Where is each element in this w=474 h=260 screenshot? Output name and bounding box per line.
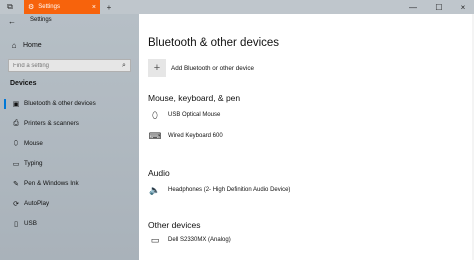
device-item-keyboard[interactable]: ⌨ Wired Keyboard 600 [148,129,223,143]
mouse-icon: ⬯ [152,109,158,120]
tab-title: Settings [38,4,60,10]
pen-icon: ✎ [13,180,19,188]
sidebar-item-home[interactable]: ⌂ Home [0,38,139,52]
home-icon: ⌂ [11,40,17,50]
device-item-mouse[interactable]: ⬯ USB Optical Mouse [148,108,220,122]
sidebar-item-autoplay[interactable]: ⟳ AutoPlay [0,196,139,211]
device-name: Wired Keyboard 600 [168,133,223,139]
device-name: Headphones (2- High Definition Audio Dev… [168,187,291,193]
main-content: Bluetooth & other devices + Add Bluetoot… [139,14,474,260]
back-arrow-icon[interactable]: ← [8,17,16,26]
sidebar-item-usb[interactable]: ▯ USB [0,216,139,231]
sidebar-item-label: Bluetooth & other devices [24,100,96,107]
sidebar-item-label: Printers & scanners [24,120,79,127]
title-bar: ⧉ ⚙ Settings × + — ☐ × [0,0,474,14]
sidebar-item-label: Pen & Windows Ink [24,180,79,187]
printer-icon: ⎙ [13,119,19,127]
search-input[interactable] [9,62,118,69]
section-heading: Audio [148,168,170,178]
sidebar-item-label: Typing [24,160,43,167]
device-item-monitor[interactable]: ▭ Dell S2330MX (Analog) [148,233,231,247]
section-heading: Mouse, keyboard, & pen [148,93,241,103]
sidebar-item-label: AutoPlay [24,200,50,207]
page-title: Bluetooth & other devices [148,37,280,49]
usb-icon: ▯ [14,220,18,228]
plus-icon: + [148,59,166,77]
sidebar-item-bluetooth[interactable]: ▣ Bluetooth & other devices [0,96,139,111]
add-device-button[interactable]: + Add Bluetooth or other device [148,59,254,77]
tab-settings[interactable]: ⚙ Settings × [24,0,100,14]
mouse-icon: ⬯ [13,139,19,147]
sidebar-item-pen[interactable]: ✎ Pen & Windows Ink [0,176,139,191]
minimize-button[interactable]: — [404,0,422,14]
app-title: Settings [30,17,52,23]
gear-icon: ⚙ [28,4,35,11]
device-name: USB Optical Mouse [168,112,221,118]
search-icon[interactable]: ⌕ [118,62,130,70]
section-heading: Other devices [148,220,201,230]
sidebar-item-label: Home [23,41,42,49]
keyboard-icon: ⌨ [148,130,162,141]
sidebar-item-typing[interactable]: ▭ Typing [0,156,139,171]
close-button[interactable]: × [454,0,472,14]
sidebar-item-mouse[interactable]: ⬯ Mouse [0,136,139,151]
monitor-icon: ▭ [150,234,160,245]
sidebar-item-printers[interactable]: ⎙ Printers & scanners [0,116,139,131]
speaker-icon: 🔈 [149,184,161,195]
device-item-headphones[interactable]: 🔈 Headphones (2- High Definition Audio D… [148,183,290,197]
sidebar-item-label: Mouse [24,140,43,147]
maximize-button[interactable]: ☐ [430,0,448,14]
section-heading: Devices [10,80,37,87]
keyboard-icon: ▭ [12,160,20,168]
search-box: ⌕ [8,59,131,72]
device-name: Dell S2330MX (Analog) [168,237,231,243]
add-device-label: Add Bluetooth or other device [171,64,254,72]
new-tab-button[interactable]: + [102,0,116,14]
task-view-icon[interactable]: ⧉ [3,0,17,14]
autoplay-icon: ⟳ [13,200,19,208]
bluetooth-devices-icon: ▣ [12,100,20,108]
sidebar: ← Settings ⌂ Home ⌕ Devices ▣ Bluetooth … [0,14,139,260]
sidebar-item-label: USB [24,220,37,227]
close-tab-icon[interactable]: × [92,4,96,11]
